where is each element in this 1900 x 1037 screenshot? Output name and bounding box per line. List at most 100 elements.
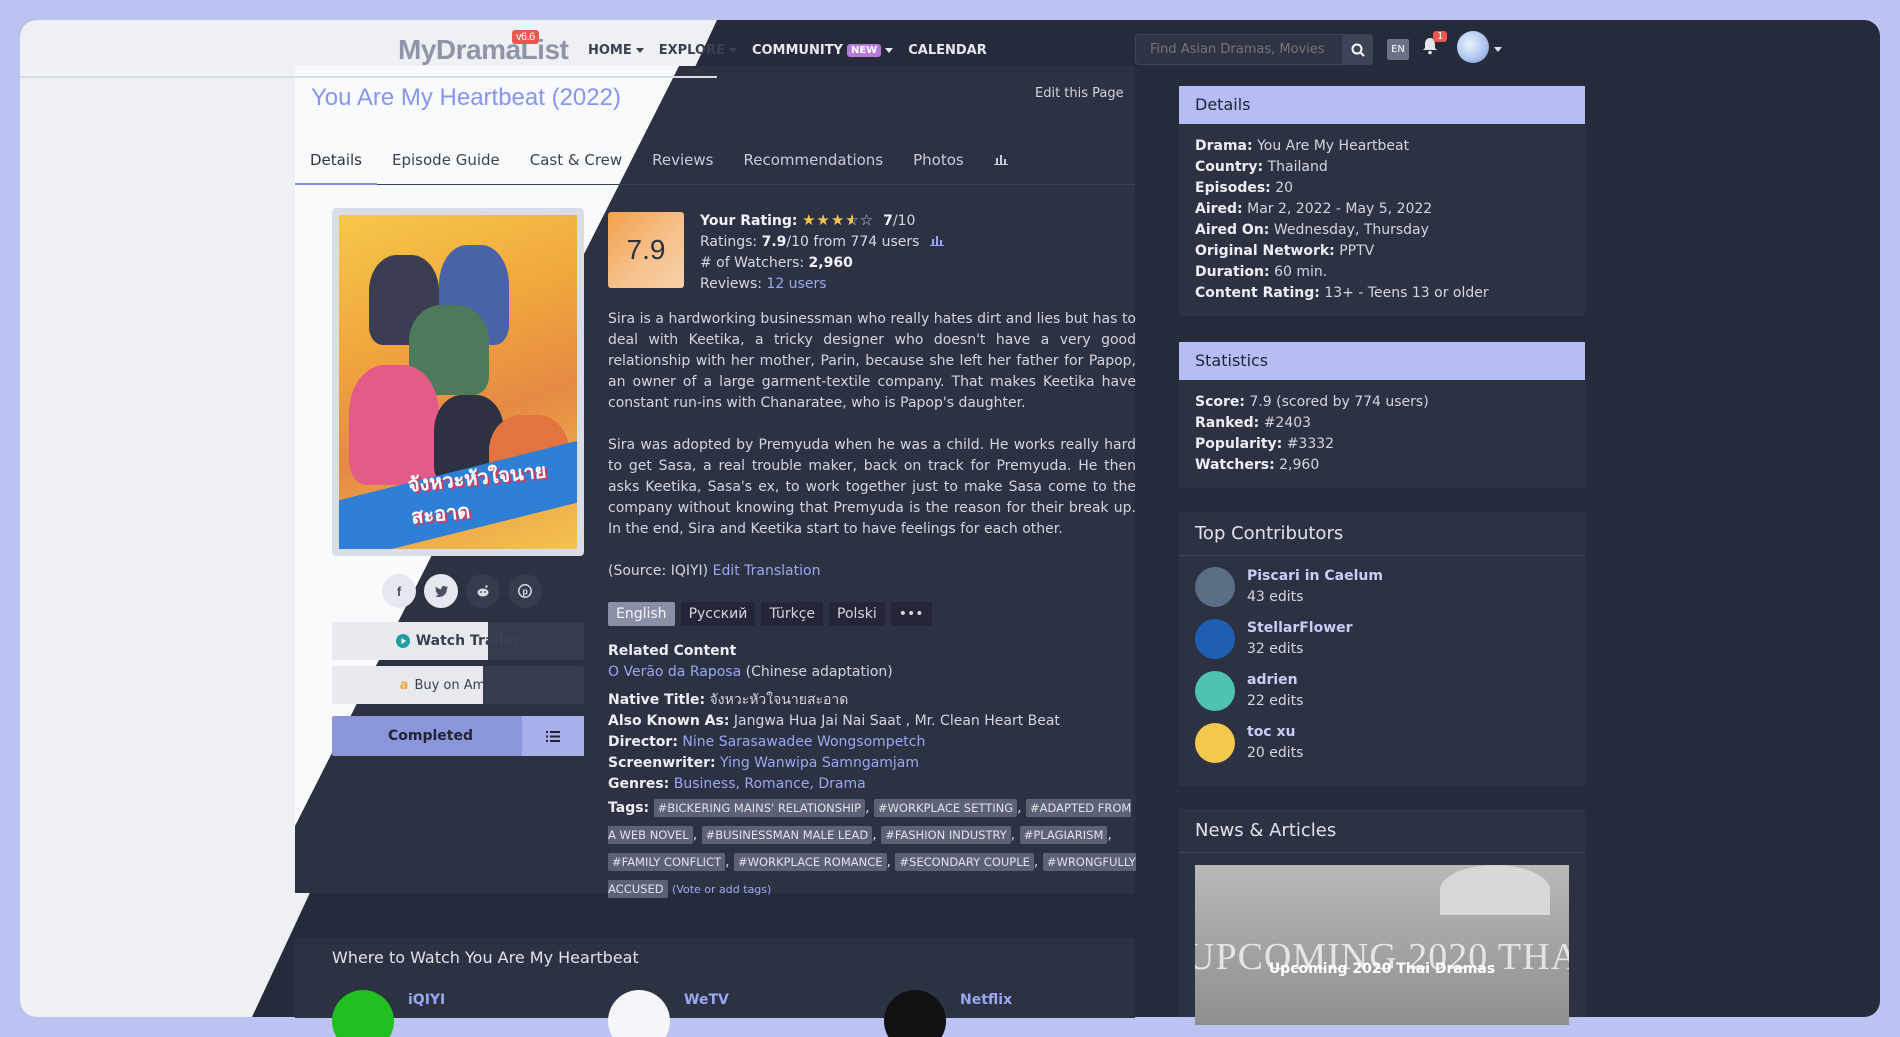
watchers-label: # of Watchers: xyxy=(700,255,805,271)
edit-page-link[interactable]: Edit this Page xyxy=(1035,86,1124,101)
menu-explore[interactable]: EXPLORE xyxy=(659,43,737,58)
reddit-icon xyxy=(477,585,489,597)
tag-link[interactable]: #SECONDARY COUPLE xyxy=(895,853,1034,871)
menu-home[interactable]: HOME xyxy=(588,43,644,58)
tag-link[interactable]: #BICKERING MAINS' RELATIONSHIP xyxy=(653,799,866,817)
vote-tags-link[interactable]: (Vote or add tags) xyxy=(672,883,771,896)
news-article-image[interactable]: UPCOMING 2020 THAI DRAMAS Upcoming 2020 … xyxy=(1195,865,1569,1025)
contributor-name[interactable]: StellarFlower xyxy=(1247,618,1353,639)
detail-row: Country: Thailand xyxy=(1195,157,1569,178)
contributor-item[interactable]: toc xu 20 edits xyxy=(1195,722,1569,764)
stat-value: #3332 xyxy=(1286,436,1335,452)
stat-row: Popularity: #3332 xyxy=(1195,434,1569,455)
rating-block: Your Rating: ★★★☆★☆ 7/10 Ratings: 7.9/10… xyxy=(700,210,944,295)
contributor-name[interactable]: adrien xyxy=(1247,670,1303,691)
list-menu-button[interactable] xyxy=(522,716,584,756)
contributor-item[interactable]: Piscari in Caelum 43 edits xyxy=(1195,566,1569,608)
amazon-icon: a xyxy=(399,677,409,693)
search-button[interactable] xyxy=(1342,34,1373,65)
synopsis: Sira is a hardworking businessman who re… xyxy=(608,309,1136,603)
tags-row: Tags: #BICKERING MAINS' RELATIONSHIP, #W… xyxy=(608,799,1136,898)
detail-label: Aired: xyxy=(1195,201,1243,217)
contributors-card: Top Contributors Piscari in Caelum 43 edi… xyxy=(1179,512,1585,786)
contributor-item[interactable]: adrien 22 edits xyxy=(1195,670,1569,712)
facebook-share-button[interactable]: f xyxy=(382,574,416,608)
stat-row: Ranked: #2403 xyxy=(1195,413,1569,434)
tag-link[interactable]: #WORKPLACE SETTING xyxy=(873,799,1018,817)
avatar xyxy=(1195,671,1235,711)
edit-translation-link[interactable]: Edit Translation xyxy=(713,563,821,579)
provider-netflix[interactable]: Netflix xyxy=(884,990,1012,1037)
info-label: Tags: xyxy=(608,800,650,816)
tab-cast-crew[interactable]: Cast & Crew xyxy=(515,133,637,185)
tab-details[interactable]: Details xyxy=(295,133,378,185)
drama-info-list: Native Title: จังหวะหัวใจนายสะอาด Also K… xyxy=(608,690,1136,903)
ratings-row: Ratings: 7.9/10 from 774 users xyxy=(700,232,944,253)
tab-episode-guide[interactable]: Episode Guide xyxy=(377,133,515,185)
director-link[interactable]: Nine Sarasawadee Wongsompetch xyxy=(682,734,925,750)
reviews-link[interactable]: 12 users xyxy=(766,276,826,292)
user-avatar[interactable] xyxy=(1457,31,1489,63)
provider-name: WeTV xyxy=(684,992,729,1008)
stat-value: #2403 xyxy=(1263,415,1312,431)
menu-calendar[interactable]: CALENDAR xyxy=(908,43,987,58)
drama-poster[interactable]: จังหวะหัวใจนายสะอาด xyxy=(339,215,577,549)
contributor-edits: 43 edits xyxy=(1247,589,1304,605)
site-logo[interactable]: MyDramaList v6.6 xyxy=(398,30,569,66)
lang-tab-english[interactable]: English xyxy=(608,602,675,626)
menu-community[interactable]: COMMUNITY NEW xyxy=(751,43,894,58)
director-row: Director: Nine Sarasawadee Wongsompetch xyxy=(608,732,1136,753)
wetv-logo-icon xyxy=(608,990,670,1037)
source-text: (Source: IQIYI) xyxy=(608,563,709,579)
provider-wetv[interactable]: WeTV xyxy=(608,990,729,1037)
status-label: Completed xyxy=(388,728,474,744)
related-note: (Chinese adaptation) xyxy=(745,664,893,680)
tag-link[interactable]: #PLAGIARISM xyxy=(1019,826,1108,844)
provider-iqiyi[interactable]: iQIYI xyxy=(332,990,445,1037)
contributor-name[interactable]: Piscari in Caelum xyxy=(1247,566,1383,587)
tab-photos[interactable]: Photos xyxy=(898,133,979,185)
pinterest-share-button[interactable]: p xyxy=(508,574,542,608)
twitter-icon xyxy=(434,585,448,597)
more-languages-button[interactable]: ••• xyxy=(890,602,932,626)
nav-divider xyxy=(20,76,717,78)
watch-trailer-button[interactable]: Watch Trailer xyxy=(332,622,584,660)
bar-chart-icon[interactable] xyxy=(929,235,944,246)
tag-link[interactable]: #WORKPLACE ROMANCE xyxy=(734,853,887,871)
tag-link[interactable]: #BUSINESSMAN MALE LEAD xyxy=(701,826,873,844)
tab-reviews[interactable]: Reviews xyxy=(637,133,728,185)
detail-value: Thailand xyxy=(1267,159,1328,175)
news-caption[interactable]: Upcoming 2020 Thai Dramas xyxy=(1195,961,1569,977)
twitter-share-button[interactable] xyxy=(424,574,458,608)
detail-value: PPTV xyxy=(1339,243,1375,259)
menu-label: COMMUNITY xyxy=(751,43,843,58)
tab-recommendations[interactable]: Recommendations xyxy=(729,133,899,185)
reddit-share-button[interactable] xyxy=(466,574,500,608)
genres-links[interactable]: Business, Romance, Drama xyxy=(674,776,866,792)
news-card: News & Articles UPCOMING 2020 THAI DRAMA… xyxy=(1179,809,1585,1025)
language-tabs: English Русский Türkçe Polski ••• xyxy=(608,602,932,626)
contributor-item[interactable]: StellarFlower 32 edits xyxy=(1195,618,1569,660)
buy-amazon-button[interactable]: a Buy on Amazon xyxy=(332,666,584,704)
related-link[interactable]: O Verão da Raposa xyxy=(608,664,741,680)
tag-link[interactable]: #FASHION INDUSTRY xyxy=(881,826,1011,844)
detail-value: You Are My Heartbeat xyxy=(1257,138,1410,154)
status-dropdown[interactable]: Completed xyxy=(332,716,584,756)
chevron-down-icon[interactable] xyxy=(1494,47,1502,52)
lang-tab-turkish[interactable]: Türkçe xyxy=(761,602,824,626)
screenwriter-link[interactable]: Ying Wanwipa Samngamjam xyxy=(720,755,919,771)
lang-tab-russian[interactable]: Русский xyxy=(680,602,756,626)
contributor-name[interactable]: toc xu xyxy=(1247,722,1303,743)
rating-stars[interactable]: ★★★☆★☆ xyxy=(802,211,874,229)
language-button[interactable]: EN xyxy=(1387,39,1409,60)
tag-link[interactable]: #FAMILY CONFLICT xyxy=(608,853,726,871)
svg-text:p: p xyxy=(522,587,528,597)
detail-value: Wednesday, Thursday xyxy=(1273,222,1429,238)
score-box: 7.9 xyxy=(608,212,684,288)
tab-statistics[interactable] xyxy=(979,133,1023,185)
details-body: Drama: You Are My Heartbeat Country: Tha… xyxy=(1179,124,1585,316)
synopsis-paragraph: Sira was adopted by Premyuda when he was… xyxy=(608,437,1136,537)
lang-tab-polish[interactable]: Polski xyxy=(829,602,885,626)
genres-row: Genres: Business, Romance, Drama xyxy=(608,774,1136,795)
search-input[interactable] xyxy=(1135,34,1343,65)
